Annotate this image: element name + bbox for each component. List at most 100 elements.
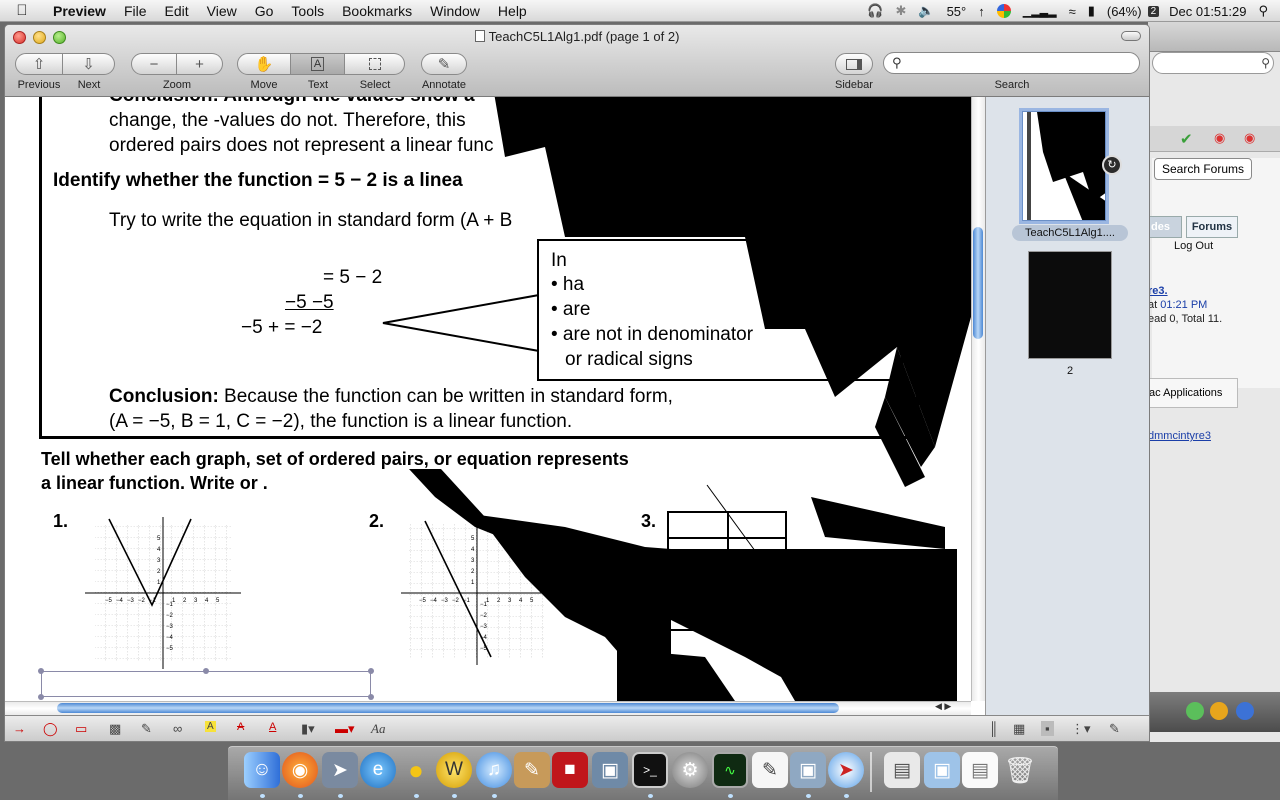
calendar-badge-icon[interactable]: 2	[1147, 5, 1160, 17]
scroll-arrows-icon[interactable]: ◀ ▶	[935, 701, 951, 712]
applications-stack-icon[interactable]: ▤	[884, 752, 920, 788]
note-annotation-icon[interactable]: ✎	[141, 721, 152, 737]
selection-handle[interactable]	[38, 668, 44, 674]
next-button[interactable]: ⇩	[63, 53, 115, 75]
logout-link[interactable]: Log Out	[1174, 240, 1213, 252]
clock[interactable]: Dec 01:51:29	[1163, 4, 1252, 19]
zoom-in-button[interactable]: +	[177, 53, 223, 75]
annotate-button[interactable]: ✎	[421, 53, 467, 75]
highlight-annotation-icon[interactable]: A	[205, 721, 216, 732]
horizontal-scroll-thumb[interactable]	[57, 703, 839, 713]
select-tool-button[interactable]	[345, 53, 405, 75]
page-1-thumbnail[interactable]	[1022, 111, 1106, 221]
system-preferences-icon[interactable]: ⚙	[672, 752, 708, 788]
vertical-scrollbar[interactable]	[971, 97, 985, 701]
preview-icon[interactable]: ▣	[790, 752, 826, 788]
edit-pencil-icon[interactable]: ✎	[1109, 721, 1120, 737]
sidebar-toggle-button[interactable]	[835, 53, 873, 75]
text-tool-button[interactable]: A	[291, 53, 345, 75]
oval-annotation-icon[interactable]: ◯	[43, 721, 58, 737]
menu-view[interactable]: View	[198, 0, 246, 22]
firefox-icon[interactable]: ◉	[282, 752, 318, 788]
checkmark-icon[interactable]: ✔	[1180, 130, 1193, 148]
itunes-icon[interactable]: ♫	[476, 752, 512, 788]
user-profile-link[interactable]: dmmcintyre3	[1148, 430, 1211, 442]
snowflake-icon[interactable]	[1186, 702, 1204, 720]
ie-icon[interactable]: e	[360, 752, 396, 788]
previous-button[interactable]: ⇧	[15, 53, 63, 75]
menu-help[interactable]: Help	[489, 0, 536, 22]
mac-applications-heading[interactable]: ac Applications	[1148, 378, 1238, 408]
vertical-scroll-thumb[interactable]	[973, 227, 983, 339]
menu-edit[interactable]: Edit	[156, 0, 198, 22]
mail-eagle-icon[interactable]: ➤	[322, 752, 358, 788]
safari-icon[interactable]: ➤	[828, 752, 864, 788]
document-view[interactable]: Conclusion: Although the values show a c…	[5, 97, 985, 715]
text-box-annotation-icon[interactable]: ▩	[109, 721, 121, 737]
stop-icon[interactable]: ◉	[1214, 130, 1225, 146]
stop-icon-secondary[interactable]: ◉	[1244, 130, 1255, 146]
stopwatch-icon[interactable]: W	[436, 752, 472, 788]
activity-monitor-icon[interactable]: ∿	[712, 752, 748, 788]
bg-search-field[interactable]	[1152, 52, 1274, 74]
selection-handle[interactable]	[368, 668, 374, 674]
spotlight-icon[interactable]: ⚲	[1252, 3, 1280, 19]
selection-handle[interactable]	[203, 668, 209, 674]
upload-arrow-icon[interactable]: ↑	[972, 4, 991, 19]
menu-file[interactable]: File	[115, 0, 156, 22]
info-orange-icon[interactable]	[1210, 702, 1228, 720]
headphones-icon[interactable]: 🎧	[861, 3, 889, 19]
page-2-thumbnail[interactable]	[1028, 251, 1112, 359]
font-icon[interactable]: Aa	[371, 721, 385, 737]
activity-graph-icon[interactable]: ▁▂▃▂	[1017, 5, 1063, 18]
documents-folder-icon[interactable]: ▣	[924, 752, 960, 788]
zoom-out-button[interactable]: −	[131, 53, 177, 75]
menu-preview[interactable]: Preview	[44, 0, 115, 22]
status-ball-icon[interactable]	[996, 4, 1011, 18]
info-blue-icon[interactable]	[1236, 702, 1254, 720]
annotation-selection-box[interactable]	[41, 671, 371, 697]
rectangle-annotation-icon[interactable]: ▭	[75, 721, 87, 737]
battery-icon[interactable]: ▮	[1082, 3, 1101, 19]
textedit-icon[interactable]: ✎	[752, 752, 788, 788]
battery-percent[interactable]: (64%)	[1101, 4, 1148, 19]
bg-search-icon: ⚲	[1261, 56, 1270, 70]
menu-window[interactable]: Window	[421, 0, 489, 22]
selection-handle[interactable]	[38, 694, 44, 700]
tab-forums[interactable]: Forums	[1186, 216, 1238, 238]
column-view-icon[interactable]: ║	[989, 721, 998, 736]
selection-handle[interactable]	[368, 694, 374, 700]
color-picker-icon[interactable]: ▮▾	[301, 721, 315, 737]
toolbar-toggle-button[interactable]	[1121, 31, 1141, 41]
strikethrough-annotation-icon[interactable]: A	[237, 721, 244, 733]
iphoto-icon[interactable]: ▣	[592, 752, 628, 788]
menu-go[interactable]: Go	[246, 0, 283, 22]
search-forums-button[interactable]: Search Forums	[1154, 158, 1252, 180]
wifi-icon[interactable]: ≈	[1063, 4, 1082, 19]
single-view-icon[interactable]: ▪	[1041, 721, 1054, 736]
trash-icon[interactable]: 🗑	[1002, 752, 1038, 788]
bluetooth-icon[interactable]: ✱	[889, 3, 912, 19]
menu-bookmarks[interactable]: Bookmarks	[333, 0, 421, 22]
grid-view-icon[interactable]: ▦	[1013, 721, 1025, 737]
link-annotation-icon[interactable]: ∞	[173, 721, 182, 736]
move-tool-button[interactable]: ✋	[237, 53, 291, 75]
photobooth-icon[interactable]: ■	[552, 752, 588, 788]
menu-tools[interactable]: Tools	[282, 0, 333, 22]
rotate-icon[interactable]: ↻	[1102, 155, 1122, 175]
volume-icon[interactable]: 🔈	[912, 3, 940, 19]
finder-icon[interactable]: ☺	[244, 752, 280, 788]
line-style-icon[interactable]: ▬▾	[335, 721, 355, 737]
temperature-readout[interactable]: 55°	[941, 4, 973, 19]
arrow-annotation-icon[interactable]: →	[13, 721, 26, 736]
document-stack-icon[interactable]: ▤	[962, 752, 998, 788]
underline-annotation-icon[interactable]: A	[269, 721, 276, 733]
adium-duck-icon[interactable]: ●	[398, 752, 434, 788]
terminal-icon[interactable]: >_	[632, 752, 668, 788]
apple-menu-icon[interactable]: 	[0, 2, 44, 19]
search-input[interactable]: ⚲	[883, 52, 1140, 74]
script-editor-icon[interactable]: ✎	[514, 752, 550, 788]
list-view-icon[interactable]: ⋮▾	[1071, 721, 1091, 737]
forum-user-link[interactable]: re3.	[1148, 285, 1168, 297]
tab-guides[interactable]: des	[1148, 216, 1182, 238]
